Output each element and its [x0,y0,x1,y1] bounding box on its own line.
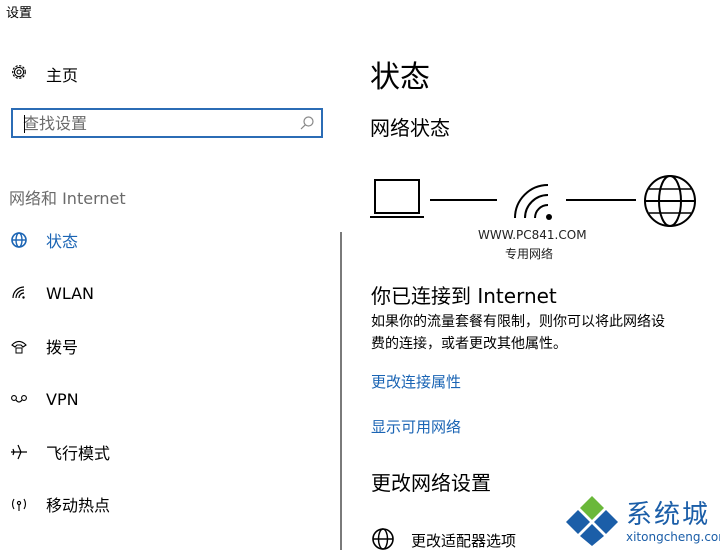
sidebar-item-label: 拨号 [46,338,79,357]
wifi-icon [9,283,29,303]
site-logo: 系统城 xitongcheng.com [566,494,720,550]
sidebar-item-vpn[interactable]: VPN [9,386,79,412]
sidebar: 主页 网络和 Internet 状态 [0,0,340,550]
laptop-icon [370,179,424,218]
sidebar-home-label: 主页 [46,66,79,85]
airplane-icon [9,442,29,462]
text-caret [24,115,25,133]
sidebar-item-label: WLAN [46,283,95,303]
sidebar-item-mobile-hotspot[interactable]: 移动热点 [9,491,110,517]
sidebar-section-title: 网络和 Internet [9,189,126,208]
sidebar-item-airplane-mode[interactable]: 飞行模式 [9,439,110,465]
description-line: 费的连接，或者更改其他属性。 [371,336,567,352]
sidebar-scrollbar[interactable] [340,232,342,550]
network-type-label: 专用网络 [505,247,554,261]
change-network-settings-heading: 更改网络设置 [371,471,491,495]
watermark-text: WWW.PC841.COM [478,228,587,242]
connected-title: 你已连接到 Internet [371,284,557,308]
sidebar-item-label: VPN [46,389,79,409]
connected-description: 如果你的流量套餐有限制，则你可以将此网络设 费的连接，或者更改其他属性。 [371,311,665,355]
wifi-signal-icon [514,184,552,220]
sidebar-home-button[interactable]: 主页 [10,62,78,86]
sidebar-item-dialup[interactable]: 拨号 [9,333,78,359]
internet-globe-icon [644,175,696,227]
vpn-icon [9,389,29,409]
change-connection-properties-link[interactable]: 更改连接属性 [371,371,461,392]
sidebar-item-wlan[interactable]: WLAN [9,280,94,306]
diamond-logo-icon [566,494,618,550]
phone-icon [9,336,29,356]
gear-icon [10,63,28,85]
page-title: 状态 [370,60,430,95]
logo-brand: 系统城 xitongcheng.com [626,500,720,544]
sidebar-item-label: 移动热点 [46,496,111,515]
sidebar-item-label: 飞行模式 [46,444,111,463]
search-box[interactable] [11,108,323,138]
search-input[interactable] [23,113,293,133]
network-diagram [370,170,710,234]
sidebar-item-status[interactable]: 状态 [9,227,78,253]
logo-url: xitongcheng.com [626,530,720,544]
sidebar-item-label: 状态 [46,232,79,251]
hotspot-icon [9,494,29,514]
show-available-networks-link[interactable]: 显示可用网络 [371,416,461,437]
globe-icon [9,230,29,250]
search-icon[interactable] [299,115,315,135]
adapter-options-label: 更改适配器选项 [411,531,517,550]
description-line: 如果你的流量套餐有限制，则你可以将此网络设 [371,314,665,330]
network-status-heading: 网络状态 [370,116,450,140]
logo-brand-name: 系统城 [626,500,711,530]
